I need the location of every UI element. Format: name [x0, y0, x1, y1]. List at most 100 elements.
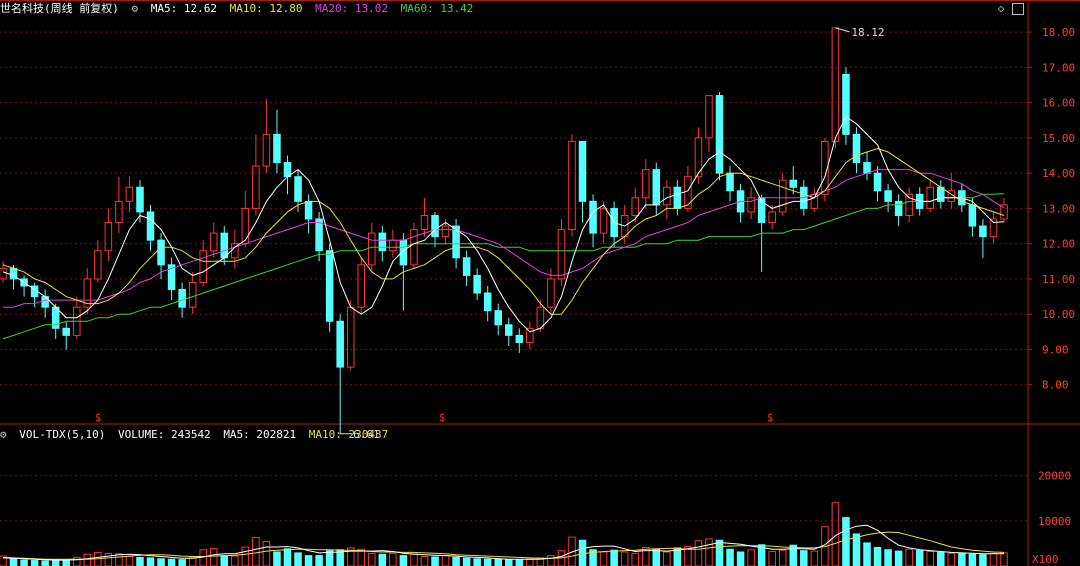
- candle: [146, 211, 155, 241]
- volume-bar: [83, 553, 92, 566]
- volume-bar: [357, 548, 366, 566]
- candle: [926, 186, 935, 209]
- volume-bar: [231, 555, 239, 566]
- candle: [494, 310, 502, 326]
- candle: [410, 229, 418, 266]
- volume-bar: [926, 551, 935, 566]
- volume-bar: [30, 560, 39, 566]
- candle: [536, 306, 545, 329]
- volume-bar: [652, 548, 661, 566]
- volume-bar: [167, 558, 176, 566]
- candle: [726, 172, 734, 192]
- volume-axis-label: 10000: [1038, 515, 1071, 528]
- candle: [336, 320, 344, 368]
- volume-bar: [304, 555, 313, 566]
- price-axis-label: 12.00: [1042, 238, 1075, 251]
- price-axis-label: 18.00: [1042, 26, 1075, 39]
- candle: [188, 281, 197, 308]
- volume-bar: [199, 549, 207, 566]
- candle: [294, 176, 302, 202]
- candle: [473, 274, 481, 294]
- volume-bar: [915, 550, 924, 566]
- candle: [684, 176, 692, 209]
- volume-bar: [157, 558, 165, 566]
- volume-bar: [515, 559, 524, 566]
- volume-bar: [852, 533, 861, 566]
- max-price-marker: 18.12: [851, 26, 884, 39]
- candle: [663, 186, 671, 206]
- candle: [262, 133, 271, 167]
- candle: [705, 95, 713, 139]
- volume-bar: [410, 553, 418, 566]
- volume-bar: [810, 550, 819, 566]
- volume-bar: [989, 552, 998, 566]
- candle: [136, 186, 144, 213]
- candle: [526, 327, 534, 343]
- volume-bar: [715, 539, 724, 566]
- volume-bar: [547, 555, 555, 566]
- candle: [884, 190, 892, 202]
- volume-bar: [884, 549, 892, 566]
- volume-bar: [747, 549, 755, 566]
- volume-bar: [136, 556, 144, 566]
- candle: [252, 165, 260, 209]
- candle: [557, 229, 566, 280]
- volume-bar: [610, 549, 618, 566]
- volume-bar: [241, 546, 250, 566]
- volume-bar: [968, 553, 977, 566]
- candle: [220, 232, 229, 259]
- candle: [599, 207, 608, 234]
- candle: [357, 264, 366, 308]
- volume-bar: [873, 546, 882, 566]
- volume-bar: [1000, 552, 1008, 566]
- candle: [778, 179, 787, 213]
- candle: [346, 306, 355, 368]
- candle: [0, 267, 7, 280]
- volume-bar: [526, 558, 534, 566]
- price-axis-label: 13.00: [1042, 202, 1075, 215]
- volume-bar: [220, 555, 229, 566]
- price-axis-label: 8.00: [1042, 379, 1069, 392]
- volume-bar: [41, 560, 49, 566]
- candle: [568, 140, 576, 231]
- event-marker: $: [767, 411, 774, 424]
- candle: [199, 250, 207, 283]
- volume-unit-label: X100: [1032, 553, 1059, 566]
- max-marker-pointer: [835, 27, 850, 33]
- volume-bar: [20, 559, 28, 566]
- candle: [863, 162, 871, 174]
- volume-bar: [778, 549, 787, 566]
- volume-bar: [800, 550, 808, 566]
- candle: [431, 214, 439, 238]
- candle: [273, 133, 281, 164]
- candle: [652, 169, 661, 206]
- candle: [441, 225, 450, 238]
- volume-bar: [294, 552, 302, 566]
- candle: [104, 222, 113, 252]
- candle: [842, 73, 850, 135]
- volume-bar: [104, 552, 113, 566]
- price-axis-label: 15.00: [1042, 132, 1075, 145]
- price-axis-label: 14.00: [1042, 167, 1075, 180]
- volume-bar: [315, 555, 323, 566]
- volume-bar: [273, 551, 281, 566]
- volume-bar: [947, 552, 956, 566]
- candle: [505, 324, 513, 336]
- candle: [368, 232, 376, 266]
- candle: [852, 133, 861, 164]
- volume-bar: [51, 559, 60, 566]
- candle: [789, 179, 798, 188]
- candlestick-chart[interactable]: 18.00 17.00 16.00 15.00 14.00 13.00 12.00 11.00…: [0, 0, 1080, 566]
- price-axis-label: 11.00: [1042, 273, 1075, 286]
- candle: [94, 250, 102, 280]
- price-axis-label: 16.00: [1042, 97, 1075, 110]
- candle: [631, 197, 639, 216]
- volume-bar: [441, 555, 450, 566]
- candle: [547, 278, 555, 308]
- volume-bar: [125, 556, 134, 566]
- candle: [483, 292, 492, 312]
- volume-bar: [620, 551, 629, 566]
- candle: [747, 197, 755, 213]
- volume-bar: [452, 556, 460, 566]
- stock-chart-window: 世名科技(周线 前复权) ⚙ MA5: 12.62 MA10: 12.80 MA…: [0, 0, 1080, 566]
